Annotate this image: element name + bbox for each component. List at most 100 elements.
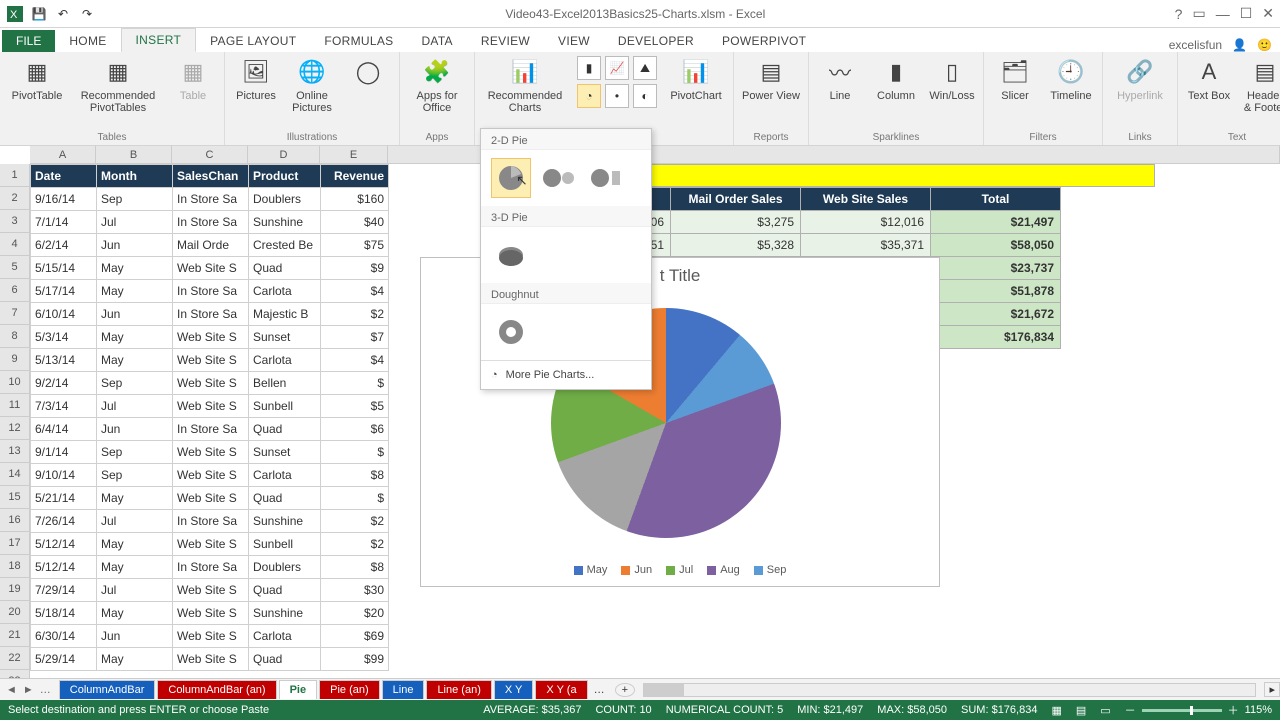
excel-icon: X [6, 5, 24, 23]
ribbon-tabs: FILE HOME INSERT PAGE LAYOUT FORMULAS DA… [0, 28, 1280, 52]
tab-view[interactable]: VIEW [544, 30, 604, 52]
line-chart-icon: 📈 [605, 56, 629, 80]
table-button[interactable]: ▦Table [170, 56, 216, 102]
status-bar: Select destination and press ENTER or ch… [0, 700, 1280, 720]
more-pie-charts[interactable]: ◔More Pie Charts... [481, 360, 651, 389]
area-chart-icon: ⛰ [633, 56, 657, 80]
online-pictures-button[interactable]: 🌐Online Pictures [289, 56, 335, 114]
doughnut-option[interactable] [491, 312, 531, 352]
status-average: AVERAGE: $35,367 [483, 704, 581, 716]
status-max: MAX: $58,050 [877, 704, 947, 716]
sheet-overflow[interactable]: … [588, 684, 611, 696]
data-table[interactable]: DateMonthSalesChanProductRevenue9/16/14S… [30, 164, 389, 671]
view-layout-icon[interactable]: ▤ [1076, 704, 1086, 717]
chart-type-grid[interactable]: ▮📈⛰ ◔•◐ [577, 56, 657, 108]
mouse-cursor-icon: ↖ [516, 172, 528, 189]
group-tables-label: Tables [98, 132, 127, 143]
smiley-icon[interactable]: 🙂 [1257, 38, 1272, 52]
apps-button[interactable]: 🧩Apps for Office [408, 56, 466, 114]
sheet-tab-pie-an-[interactable]: Pie (an) [319, 680, 380, 699]
sheet-tab-pie[interactable]: Pie [279, 680, 318, 699]
group-sparklines-label: Sparklines [873, 132, 920, 143]
redo-icon[interactable]: ↷ [78, 5, 96, 23]
new-sheet-button[interactable]: + [615, 683, 635, 697]
column-headers[interactable]: ABCDE [30, 146, 1280, 164]
user-avatar-icon[interactable]: 👤 [1232, 38, 1247, 52]
tab-powerpivot[interactable]: POWERPIVOT [708, 30, 820, 52]
sheet-tab-x-y[interactable]: X Y [494, 680, 534, 699]
sheet-tab-x-y-a[interactable]: X Y (a [535, 680, 587, 699]
tab-developer[interactable]: DEVELOPER [604, 30, 708, 52]
chart-legend[interactable]: MayJunJulAugSep [421, 564, 939, 576]
section-doughnut: Doughnut [481, 283, 651, 304]
user-name[interactable]: excelisfun [1169, 38, 1222, 52]
pie-3d-option[interactable] [491, 235, 531, 275]
sparkline-line-button[interactable]: 〰Line [817, 56, 863, 102]
status-min: MIN: $21,497 [797, 704, 863, 716]
sparkline-winloss-button[interactable]: ▯Win/Loss [929, 56, 975, 102]
zoom-slider[interactable]: －＋115% [1125, 702, 1272, 718]
sheet-tab-columnandbar-an-[interactable]: ColumnAndBar (an) [157, 680, 276, 699]
recommended-charts-button[interactable]: 📊Recommended Charts [483, 56, 567, 114]
tab-file[interactable]: FILE [2, 30, 55, 52]
scroll-right[interactable]: ▸ [1264, 682, 1280, 697]
close-icon[interactable]: ✕ [1262, 5, 1274, 22]
tab-formulas[interactable]: FORMULAS [310, 30, 407, 52]
group-apps-label: Apps [426, 132, 449, 143]
ribbon-options-icon[interactable]: ▭ [1192, 5, 1205, 22]
minimize-icon[interactable]: — [1216, 6, 1230, 22]
zoom-value: 115% [1245, 704, 1272, 716]
pie-small-icon: ◔ [491, 369, 498, 381]
section-3d-pie: 3-D Pie [481, 206, 651, 227]
sheet-nav-more[interactable]: … [40, 684, 51, 696]
view-normal-icon[interactable]: ▦ [1051, 704, 1061, 717]
sheet-nav-next[interactable]: ► [23, 684, 34, 696]
textbox-button[interactable]: AText Box [1186, 56, 1232, 102]
view-break-icon[interactable]: ▭ [1100, 704, 1110, 717]
save-icon[interactable]: 💾 [30, 5, 48, 23]
bar-of-pie-option[interactable] [587, 158, 627, 198]
status-sum: SUM: $176,834 [961, 704, 1037, 716]
pie-of-pie-option[interactable] [539, 158, 579, 198]
sheet-tab-columnandbar[interactable]: ColumnAndBar [59, 680, 156, 699]
horizontal-scrollbar[interactable] [643, 683, 1256, 697]
sheet-nav-prev[interactable]: ◄ [6, 684, 17, 696]
slicer-button[interactable]: 🗂Slicer [992, 56, 1038, 102]
status-count: COUNT: 10 [595, 704, 651, 716]
tab-page-layout[interactable]: PAGE LAYOUT [196, 30, 310, 52]
group-filters-label: Filters [1029, 132, 1056, 143]
header-footer-button[interactable]: ▤Header & Footer [1242, 56, 1280, 114]
help-icon[interactable]: ? [1175, 6, 1183, 22]
sparkline-column-button[interactable]: ▮Column [873, 56, 919, 102]
svg-text:X: X [10, 9, 18, 21]
tab-home[interactable]: HOME [55, 30, 120, 52]
timeline-button[interactable]: 🕘Timeline [1048, 56, 1094, 102]
bar-chart-icon: ▮ [577, 56, 601, 80]
pictures-button[interactable]: 🖼Pictures [233, 56, 279, 102]
sheet-tab-line[interactable]: Line [382, 680, 425, 699]
section-2d-pie: 2-D Pie [481, 129, 651, 150]
pie-chart-icon: ◔ [577, 84, 601, 108]
undo-icon[interactable]: ↶ [54, 5, 72, 23]
recommended-pivottables-button[interactable]: ▦Recommended PivotTables [76, 56, 160, 114]
group-reports-label: Reports [753, 132, 788, 143]
tab-review[interactable]: REVIEW [467, 30, 544, 52]
tab-insert[interactable]: INSERT [121, 28, 197, 52]
hyperlink-button[interactable]: 🔗Hyperlink [1111, 56, 1169, 102]
other-chart-icon: ◐ [633, 84, 657, 108]
powerview-button[interactable]: ▤Power View [742, 56, 800, 102]
pivotchart-button[interactable]: 📊PivotChart [667, 56, 725, 102]
shapes-button[interactable]: ◯ [345, 56, 391, 88]
row-headers[interactable]: 1234567891011121314151617181920212223 [0, 164, 30, 678]
status-message: Select destination and press ENTER or ch… [8, 704, 269, 716]
maximize-icon[interactable]: ☐ [1240, 5, 1253, 22]
scatter-chart-icon: • [605, 84, 629, 108]
pivottable-button[interactable]: ▦PivotTable [8, 56, 66, 102]
group-text-label: Text [1228, 132, 1246, 143]
sheet-tab-line-an-[interactable]: Line (an) [426, 680, 491, 699]
group-links-label: Links [1128, 132, 1151, 143]
sheet-tab-bar: ◄ ► … ColumnAndBarColumnAndBar (an)PiePie … [0, 678, 1280, 700]
group-illus-label: Illustrations [287, 132, 338, 143]
tab-data[interactable]: DATA [407, 30, 466, 52]
pie-chart-dropdown: 2-D Pie 3-D Pie Doughnut ◔More Pie Chart… [480, 128, 652, 390]
